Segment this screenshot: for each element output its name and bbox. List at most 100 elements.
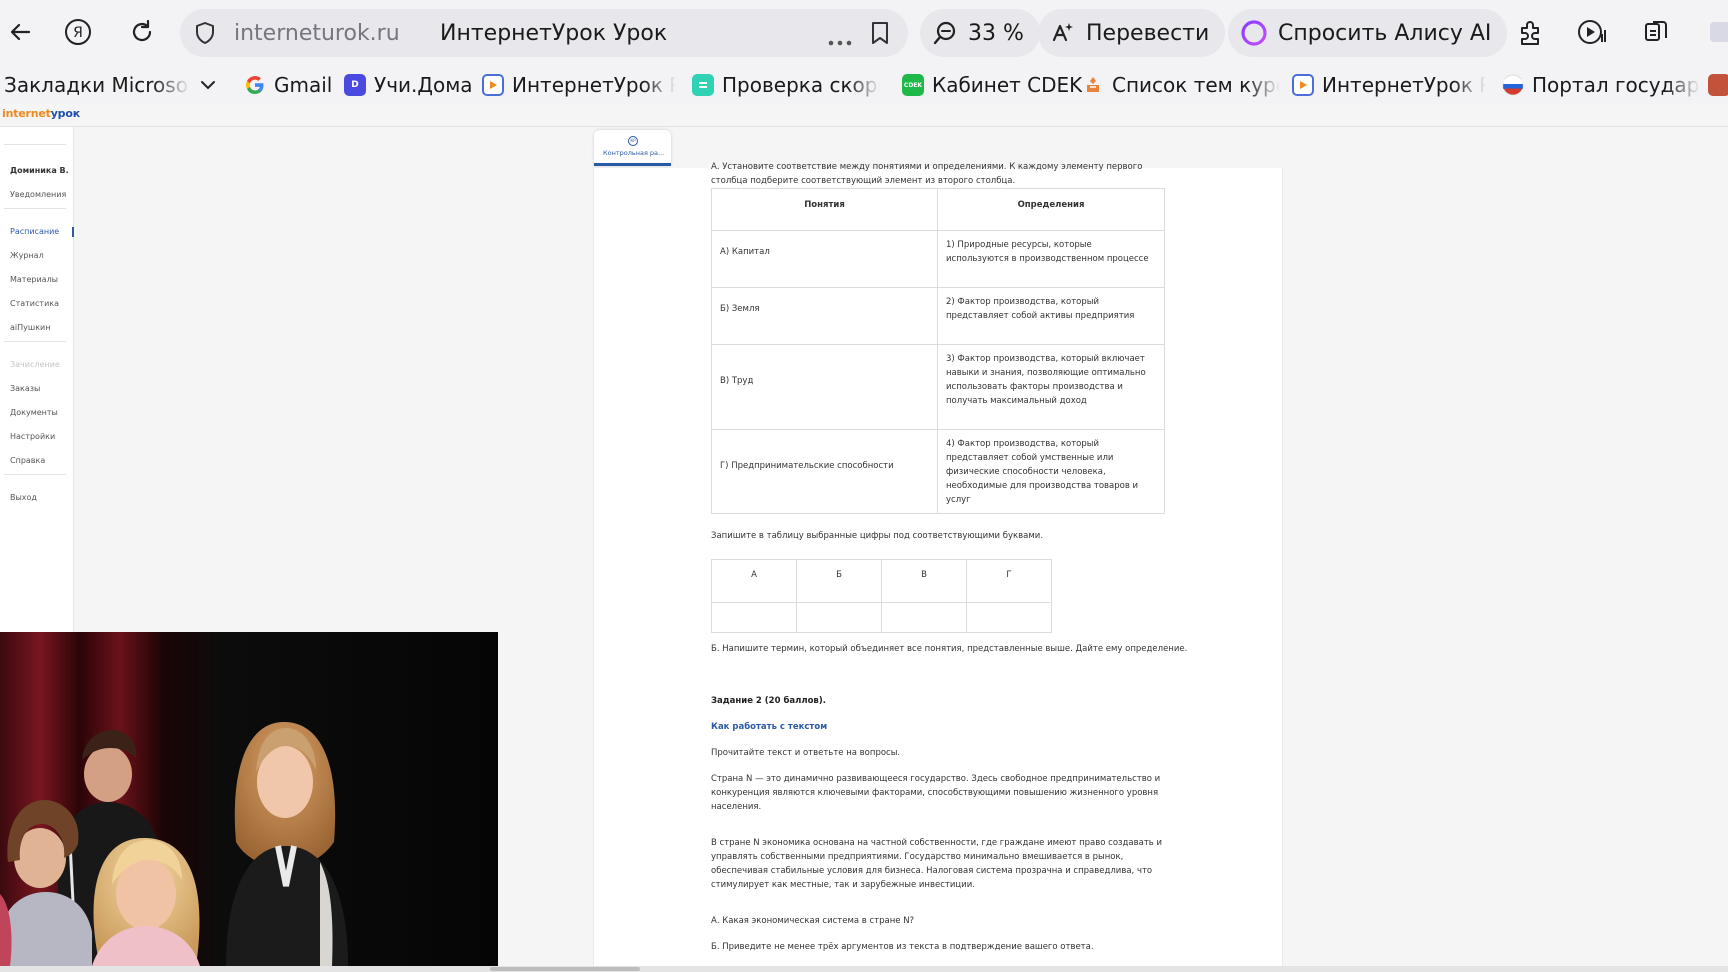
sidebar-item-aipushkin[interactable]: aiПушкин (10, 323, 50, 332)
bookmark-course-topics[interactable]: Список тем курса (1082, 70, 1280, 100)
bookmark-icon[interactable] (870, 21, 890, 49)
play-icon (1292, 74, 1314, 96)
bookmark-overflow[interactable] (1708, 70, 1728, 100)
sidebar-item-schedule[interactable]: Расписание (10, 227, 59, 236)
concept-cell: В) Труд (720, 376, 754, 386)
media-icon[interactable] (1572, 12, 1612, 52)
address-bar[interactable]: interneturok.ru ИнтернетУрок Урок (180, 9, 908, 57)
back-icon[interactable] (0, 12, 40, 52)
sidebar-divider (4, 474, 66, 475)
table-row: А) Капитал (711, 230, 938, 288)
answer-input-cell[interactable] (881, 602, 967, 633)
sidebar-item-materials[interactable]: Материалы (10, 275, 58, 284)
task-a-intro: А. Установите соответствие между понятия… (711, 162, 1143, 186)
sidebar-item-help[interactable]: Справка (10, 456, 45, 465)
translate-label: Перевести (1086, 20, 1210, 46)
translate-button[interactable]: Перевести (1038, 9, 1226, 57)
sidebar-divider (4, 144, 66, 145)
alice-button[interactable]: Спросить Алису AI (1228, 9, 1508, 57)
answer-letter-cell: В (881, 559, 967, 603)
sidebar-item-settings[interactable]: Настройки (10, 432, 55, 441)
table-header-definitions: Определения (937, 188, 1165, 231)
definition-cell: 2) Фактор производства, который представ… (946, 297, 1135, 321)
answer-letter-cell: Г (966, 559, 1052, 603)
table-row: 2) Фактор производства, который представ… (937, 287, 1165, 345)
text-paragraph-1: Страна N — это динамично развивающееся г… (711, 774, 1161, 812)
sidebar-divider (4, 208, 66, 209)
concept-cell: Г) Предпринимательские способности (720, 461, 894, 471)
more-icon[interactable] (828, 31, 852, 50)
table-row: 1) Природные ресурсы, которые используют… (937, 230, 1165, 288)
sidebar-item-enrollment[interactable]: Зачисление (10, 360, 60, 369)
share-icon[interactable] (1636, 12, 1676, 52)
bookmark-speedtest[interactable]: Проверка скорос (692, 70, 880, 100)
definition-cell: 3) Фактор производства, который включает… (946, 354, 1146, 406)
bookmark-gosuslugi[interactable]: Портал государст (1502, 70, 1700, 100)
profile-icon[interactable] (1700, 12, 1728, 52)
answer-input-cell[interactable] (711, 602, 797, 633)
question-a: А. Какая экономическая система в стране … (711, 916, 915, 926)
sidebar-item-statistics[interactable]: Статистика (10, 299, 59, 308)
concept-cell: А) Капитал (720, 247, 770, 257)
alice-icon (1240, 19, 1268, 47)
zoom-label: 33 % (968, 20, 1024, 46)
chevron-down-icon[interactable] (200, 77, 216, 96)
bookmark-cdek[interactable]: CDEK Кабинет CDEK (902, 70, 1082, 100)
bookmarks-bar: Закладки Microsoft Edge Gmail D Учи.Дома… (0, 66, 1728, 104)
search-icon (932, 20, 958, 46)
tab-test-label: Контрольная ра... (603, 149, 665, 157)
uchi-doma-icon: D (344, 74, 366, 96)
task2-title: Задание 2 (20 баллов). (711, 696, 826, 706)
video-overlay[interactable] (0, 632, 498, 966)
bookmark-uchi-doma[interactable]: D Учи.Дома (344, 70, 473, 100)
bookmark-interneturok-2[interactable]: ИнтернетУрок Ра (1292, 70, 1486, 100)
question-b: Б. Приведите не менее трёх аргументов из… (711, 942, 1094, 952)
sidebar-item-notifications[interactable]: Уведомления (10, 190, 66, 199)
zoom-button[interactable]: 33 % (920, 9, 1040, 57)
bookmark-folder-microsoft[interactable]: Закладки Microsoft Edge (4, 70, 204, 100)
gosuslugi-icon (1502, 74, 1524, 96)
google-icon (244, 74, 266, 96)
table-row: Б) Земля (711, 287, 938, 345)
video-frame-image (0, 632, 498, 966)
url-host[interactable]: interneturok.ru (234, 21, 400, 46)
header-divider (0, 126, 1728, 127)
sidebar-item-orders[interactable]: Заказы (10, 384, 40, 393)
page-title: ИнтернетУрок Урок (440, 21, 668, 46)
test-icon: КР (628, 136, 638, 146)
answer-input-cell[interactable] (796, 602, 882, 633)
extensions-icon[interactable] (1510, 12, 1550, 52)
alice-label: Спросить Алису AI (1278, 20, 1492, 46)
document-content: А. Установите соответствие между понятия… (593, 162, 1283, 972)
yandex-icon[interactable]: Я (58, 12, 98, 52)
sidebar-item-logout[interactable]: Выход (10, 493, 37, 502)
reload-icon[interactable] (122, 12, 162, 52)
answer-prompt: Запишите в таблицу выбранные цифры под с… (711, 531, 1044, 541)
answer-input-cell[interactable] (966, 602, 1052, 633)
sidebar-item-documents[interactable]: Документы (10, 408, 58, 417)
site-logo[interactable]: internetурок (2, 107, 80, 120)
sidebar-user-name[interactable]: Доминика В. (10, 166, 69, 175)
cdek-icon: CDEK (902, 74, 924, 96)
sidebar-active-marker (72, 227, 74, 237)
table-row: 4) Фактор производства, который представ… (937, 429, 1165, 514)
shield-icon[interactable] (194, 21, 216, 49)
bookmark-interneturok-1[interactable]: ИнтернетУрок Ра (482, 70, 676, 100)
horizontal-scrollbar[interactable] (0, 966, 1728, 972)
scrollbar-thumb[interactable] (490, 967, 640, 971)
bookmark-gmail[interactable]: Gmail (244, 70, 332, 100)
answer-letter-cell: А (711, 559, 797, 603)
table-row: 3) Фактор производства, который включает… (937, 344, 1165, 430)
tab-test[interactable]: КР Контрольная ра... (594, 130, 671, 166)
sidebar-item-journal[interactable]: Журнал (10, 251, 44, 260)
task-b: Б. Напишите термин, который объединяет в… (711, 644, 1188, 654)
translate-icon (1050, 20, 1076, 46)
bookmark-overflow-icon (1708, 74, 1728, 96)
definition-cell: 4) Фактор производства, который представ… (946, 439, 1139, 505)
table-row: В) Труд (711, 344, 938, 430)
how-to-work-with-text-link[interactable]: Как работать с текстом (711, 720, 1171, 734)
answer-letter-cell: Б (796, 559, 882, 603)
read-prompt: Прочитайте текст и ответьте на вопросы. (711, 748, 901, 758)
concept-cell: Б) Земля (720, 304, 760, 314)
sidebar-divider (4, 341, 66, 342)
